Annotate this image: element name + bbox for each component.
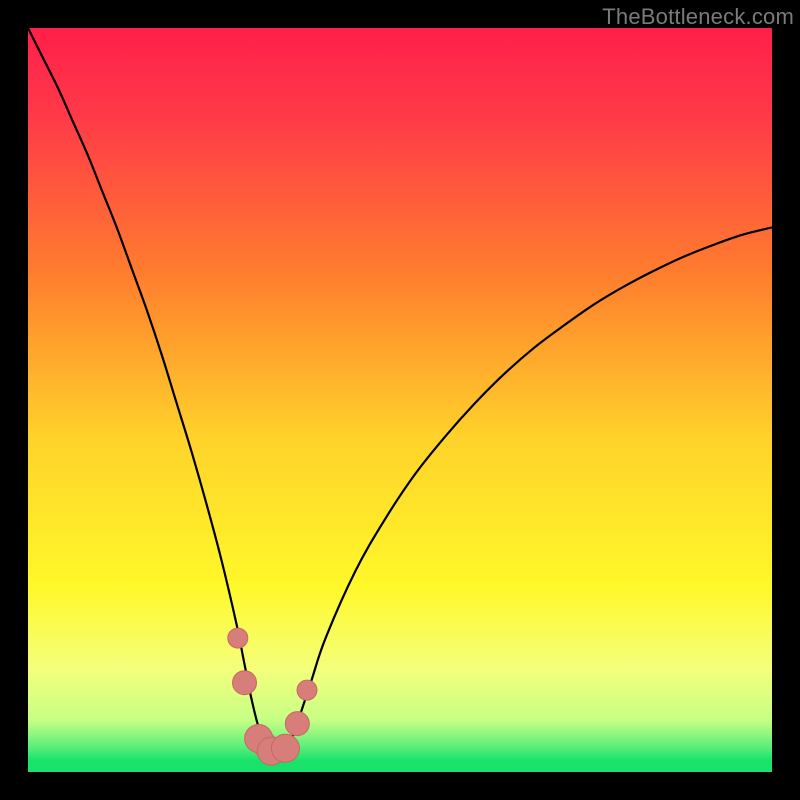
trough-marker (271, 734, 299, 762)
gradient-background (28, 28, 772, 772)
chart-svg (28, 28, 772, 772)
trough-marker (297, 680, 317, 700)
chart-frame: TheBottleneck.com (0, 0, 800, 800)
trough-marker (285, 712, 309, 736)
trough-marker (228, 628, 248, 648)
trough-marker (233, 671, 257, 695)
watermark-text: TheBottleneck.com (602, 4, 794, 30)
plot-area (28, 28, 772, 772)
